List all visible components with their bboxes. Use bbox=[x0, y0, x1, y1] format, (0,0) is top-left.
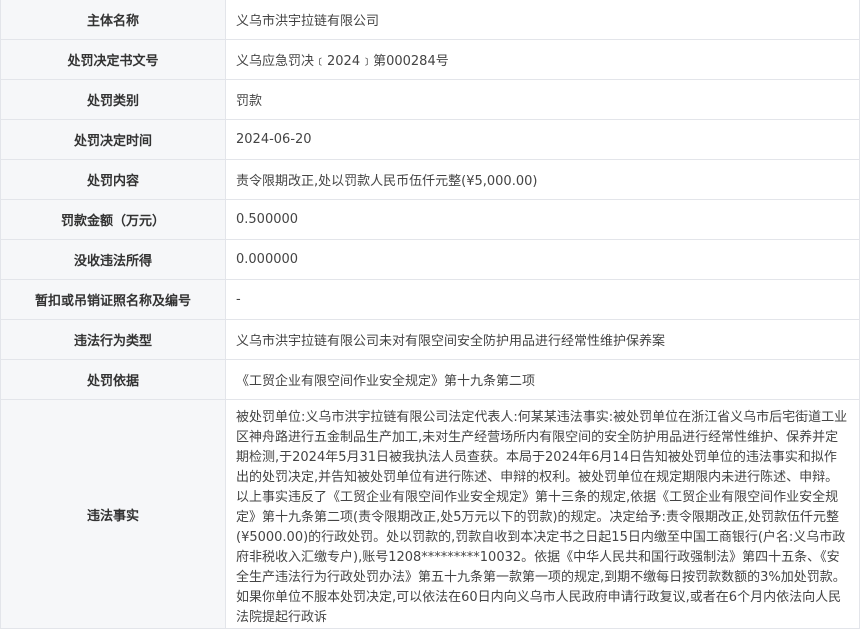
value-penalty-content: 责令限期改正,处以罚款人民币伍仟元整(¥5,000.00) bbox=[225, 159, 860, 200]
value-fine-amount: 0.500000 bbox=[225, 199, 860, 240]
row-license-revocation: 暂扣或吊销证照名称及编号 - bbox=[0, 279, 860, 320]
value-decision-date: 2024-06-20 bbox=[225, 119, 860, 160]
label-legal-basis: 处罚依据 bbox=[0, 359, 226, 400]
label-decision-number: 处罚决定书文号 bbox=[0, 39, 226, 80]
value-entity-name: 义乌市洪宇拉链有限公司 bbox=[225, 0, 860, 40]
label-penalty-category: 处罚类别 bbox=[0, 79, 226, 120]
row-violation-type: 违法行为类型 义乌市洪宇拉链有限公司未对有限空间安全防护用品进行经常性维护保养案 bbox=[0, 319, 860, 360]
label-license-revocation: 暂扣或吊销证照名称及编号 bbox=[0, 279, 226, 320]
label-fine-amount: 罚款金额（万元） bbox=[0, 199, 226, 240]
label-violation-facts: 违法事实 bbox=[0, 399, 226, 629]
row-confiscated-income: 没收违法所得 0.000000 bbox=[0, 239, 860, 280]
label-confiscated-income: 没收违法所得 bbox=[0, 239, 226, 280]
row-violation-facts: 违法事实 被处罚单位:义乌市洪宇拉链有限公司法定代表人:何某某违法事实:被处罚单… bbox=[0, 399, 860, 629]
row-decision-number: 处罚决定书文号 义乌应急罚决﹝2024﹞第000284号 bbox=[0, 39, 860, 80]
value-decision-number: 义乌应急罚决﹝2024﹞第000284号 bbox=[225, 39, 860, 80]
value-confiscated-income: 0.000000 bbox=[225, 239, 860, 280]
row-decision-date: 处罚决定时间 2024-06-20 bbox=[0, 119, 860, 160]
row-fine-amount: 罚款金额（万元） 0.500000 bbox=[0, 199, 860, 240]
label-entity-name: 主体名称 bbox=[0, 0, 226, 40]
row-entity-name: 主体名称 义乌市洪宇拉链有限公司 bbox=[0, 0, 860, 40]
value-violation-type: 义乌市洪宇拉链有限公司未对有限空间安全防护用品进行经常性维护保养案 bbox=[225, 319, 860, 360]
value-license-revocation: - bbox=[225, 279, 860, 320]
label-penalty-content: 处罚内容 bbox=[0, 159, 226, 200]
row-penalty-category: 处罚类别 罚款 bbox=[0, 79, 860, 120]
value-violation-facts: 被处罚单位:义乌市洪宇拉链有限公司法定代表人:何某某违法事实:被处罚单位在浙江省… bbox=[225, 399, 860, 629]
label-decision-date: 处罚决定时间 bbox=[0, 119, 226, 160]
penalty-info-table: 主体名称 义乌市洪宇拉链有限公司 处罚决定书文号 义乌应急罚决﹝2024﹞第00… bbox=[0, 0, 860, 629]
row-penalty-content: 处罚内容 责令限期改正,处以罚款人民币伍仟元整(¥5,000.00) bbox=[0, 159, 860, 200]
value-legal-basis: 《工贸企业有限空间作业安全规定》第十九条第二项 bbox=[225, 359, 860, 400]
row-legal-basis: 处罚依据 《工贸企业有限空间作业安全规定》第十九条第二项 bbox=[0, 359, 860, 400]
label-violation-type: 违法行为类型 bbox=[0, 319, 226, 360]
value-penalty-category: 罚款 bbox=[225, 79, 860, 120]
